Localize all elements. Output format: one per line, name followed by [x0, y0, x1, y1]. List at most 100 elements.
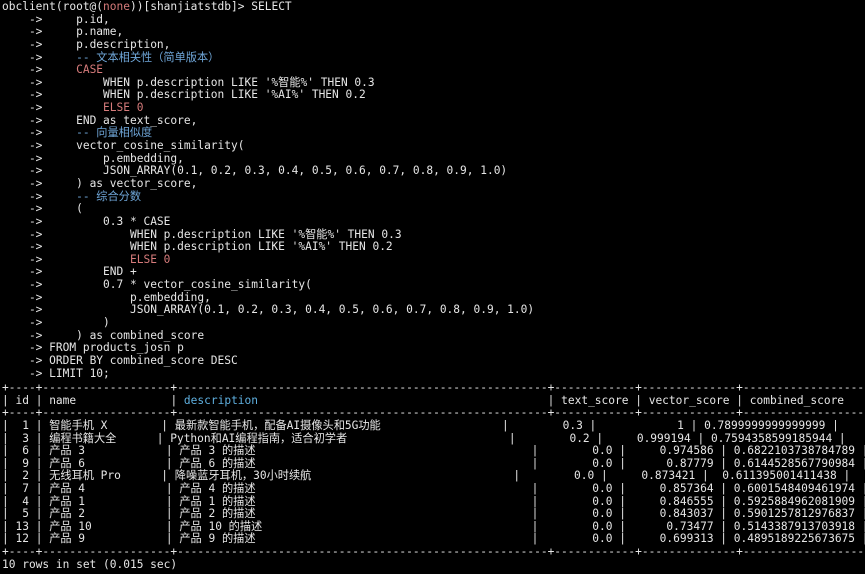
sql-text: ELSE 0 [42, 101, 144, 115]
table-cell-name: 无线耳机 Pro [42, 469, 162, 483]
continuation-marker: -> [2, 316, 43, 330]
sql-text: -- 综合分数 [42, 189, 142, 203]
continuation-marker: -> [2, 63, 43, 77]
table-cell-text-score: 0.2 [515, 431, 597, 445]
table-cell-id: 5 [8, 507, 36, 521]
continuation-marker: -> [2, 176, 43, 190]
prompt-suffix: ))[shanjiatstdb]> [130, 0, 252, 13]
table-cell-description: 产品 9 的描述 [172, 532, 532, 546]
sql-text: p.description, [42, 37, 171, 51]
table-cell-combined-score: 0.5901257812976837 [727, 507, 862, 521]
table-border: +----+-------------------+--------------… [2, 544, 865, 558]
continuation-marker: -> [2, 101, 43, 115]
table-cell-combined-score: 0.5143387913703918 [727, 519, 862, 533]
sql-text: p.id, [42, 12, 110, 26]
continuation-marker: -> [2, 227, 43, 241]
table-cell-name: 产品 1 [42, 494, 166, 508]
continuation-marker: -> [2, 240, 43, 254]
prompt-prefix: obclient(root@( [2, 0, 104, 13]
result-summary: 10 rows in set (0.015 sec) [2, 557, 178, 571]
table-cell-vector-score: 0.87779 [626, 456, 721, 470]
column-header-vector-score: vector_score [641, 393, 737, 407]
sql-text: ORDER BY combined_score DESC [42, 353, 238, 367]
continuation-marker: -> [2, 341, 43, 355]
continuation-marker: -> [2, 328, 43, 342]
continuation-marker: -> [2, 189, 43, 203]
terminal-window[interactable]: obclient(root@(none))[shanjiatstdb]> SEL… [0, 0, 865, 574]
continuation-marker: -> [2, 75, 43, 89]
sql-text: WHEN p.description LIKE '%智能%' THEN 0.3 [42, 75, 375, 89]
sql-line: -> p.id, [2, 12, 865, 27]
sql-text: WHEN p.description LIKE '%智能%' THEN 0.3 [42, 227, 402, 241]
continuation-marker: -> [2, 353, 43, 367]
sql-text: 0.3 * CASE [42, 214, 171, 228]
continuation-marker: -> [2, 50, 43, 64]
table-cell-vector-score: 0.846555 [626, 494, 721, 508]
table-cell-name: 智能手机 X [42, 419, 162, 432]
table-cell-vector-score: 0.73477 [626, 519, 721, 533]
continuation-marker: -> [2, 278, 43, 292]
continuation-marker: -> [2, 126, 43, 140]
sql-select-keyword: SELECT [251, 0, 292, 13]
sql-text: WHEN p.description LIKE '%AI%' THEN 0.2 [42, 240, 393, 254]
continuation-marker: -> [2, 265, 43, 279]
table-cell-description: 产品 10 的描述 [172, 519, 532, 533]
table-cell-name: 产品 9 [42, 532, 166, 546]
result-table: +----+-------------------+--------------… [2, 382, 865, 558]
table-cell-vector-score: 0.857364 [626, 481, 721, 495]
continuation-marker: -> [2, 164, 43, 178]
table-cell-id: 7 [8, 481, 36, 495]
sql-text: LIMIT 10; [42, 366, 110, 380]
table-cell-id: 2 [8, 469, 36, 483]
sql-text: p.embedding, [42, 290, 211, 304]
table-cell-text-score: 0.0 [538, 532, 620, 546]
table-cell-description: 产品 3 的描述 [172, 444, 532, 458]
table-cell-name: 产品 2 [42, 507, 166, 521]
table-cell-id: 1 [8, 419, 36, 432]
prompt-user: none [103, 0, 130, 13]
continuation-marker: -> [2, 214, 43, 228]
table-cell-vector-score: 0.999194 [603, 431, 698, 445]
continuation-marker: -> [2, 139, 43, 153]
table-cell-id: 4 [8, 494, 36, 508]
continuation-marker: -> [2, 290, 43, 304]
table-cell-description: 产品 2 的描述 [172, 507, 532, 521]
sql-line: -> JSON_ARRAY(0.1, 0.2, 0.3, 0.4, 0.5, 0… [2, 304, 865, 317]
continuation-marker: -> [2, 12, 43, 26]
sql-text: END as text_score, [42, 113, 198, 127]
table-cell-text-score: 0.0 [538, 481, 620, 495]
continuation-marker: -> [2, 252, 43, 266]
table-cell-combined-score: 0.4895189225673675 [727, 532, 862, 546]
table-cell-combined-score: 0.6001548409461974 [727, 481, 862, 495]
sql-text: CASE [42, 63, 104, 77]
table-cell-vector-score: 1 [596, 419, 691, 432]
continuation-marker: -> [2, 202, 43, 216]
sql-text: p.embedding, [42, 151, 184, 165]
table-cell-id: 13 [8, 519, 36, 533]
sql-text: 0.7 * vector_cosine_similarity( [42, 278, 312, 292]
sql-line: -> -- 文本相关性（简单版本） [2, 50, 865, 65]
table-cell-text-score: 0.0 [538, 456, 620, 470]
table-cell-name: 产品 10 [42, 519, 166, 533]
table-cell-combined-score: 0.6144528567790984 [727, 456, 862, 470]
table-cell-name: 产品 4 [42, 481, 166, 495]
sql-text: JSON_ARRAY(0.1, 0.2, 0.3, 0.4, 0.5, 0.6,… [42, 303, 535, 317]
table-cell-description: 产品 4 的描述 [172, 481, 532, 495]
table-cell-name: 产品 6 [42, 456, 166, 470]
sql-text: JSON_ARRAY(0.1, 0.2, 0.3, 0.4, 0.5, 0.6,… [42, 164, 508, 178]
table-cell-combined-score: 0.7594358599185944 [704, 431, 839, 445]
sql-text: ) as combined_score [42, 328, 205, 342]
sql-text: ELSE 0 [42, 252, 171, 266]
sql-text: -- 文本相关性（简单版本） [42, 50, 220, 64]
table-cell-vector-score: 0.974586 [626, 444, 721, 458]
table-cell-combined-score: 0.611395001411438 [708, 469, 844, 483]
sql-line: -> -- 综合分数 [2, 189, 865, 204]
sql-text: END + [42, 265, 137, 279]
sql-text: vector_cosine_similarity( [42, 139, 245, 153]
table-cell-description: 产品 6 的描述 [172, 456, 532, 470]
table-cell-combined-score: 0.5925884962081909 [727, 494, 862, 508]
column-header-name: name [42, 393, 171, 407]
table-cell-text-score: 0.0 [520, 469, 601, 483]
table-cell-id: 3 [8, 431, 36, 445]
continuation-marker: -> [2, 366, 43, 380]
